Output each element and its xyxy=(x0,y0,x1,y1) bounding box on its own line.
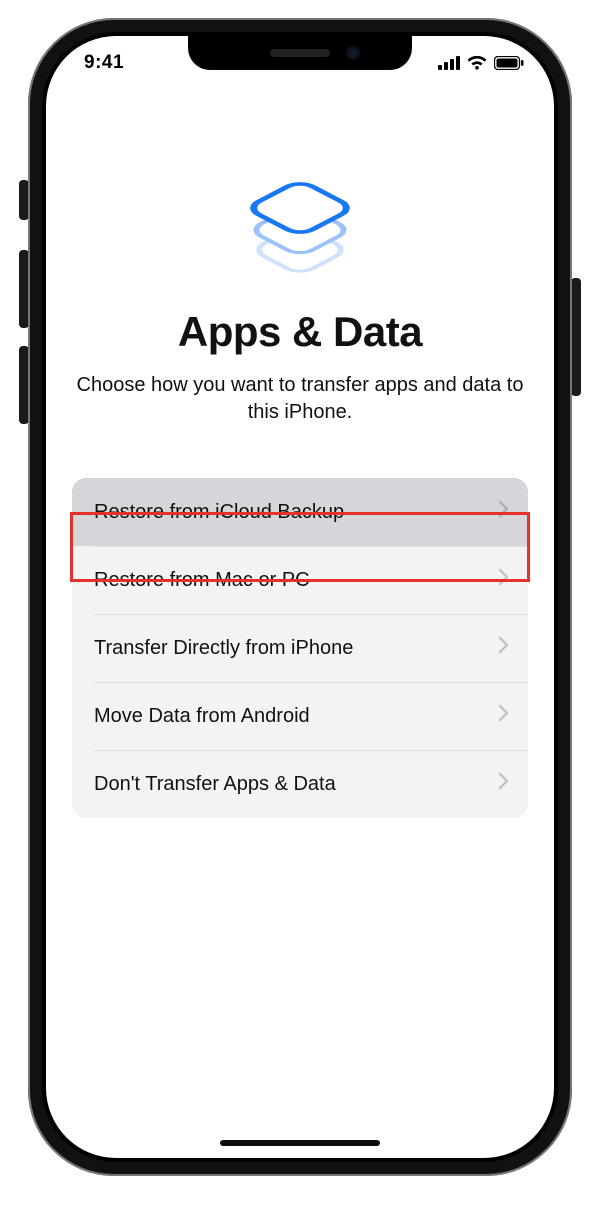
cellular-signal-icon xyxy=(438,56,460,70)
status-time: 9:41 xyxy=(70,46,124,74)
home-indicator[interactable] xyxy=(220,1140,380,1146)
chevron-right-icon xyxy=(498,568,510,592)
options-list: Restore from iCloud Backup Restore from … xyxy=(72,478,528,818)
chevron-right-icon xyxy=(498,772,510,796)
wifi-icon xyxy=(466,55,488,71)
setup-content: Apps & Data Choose how you want to trans… xyxy=(46,156,554,818)
speaker-grille xyxy=(270,49,330,57)
phone-bezel: 9:41 xyxy=(42,32,558,1162)
option-label: Restore from Mac or PC xyxy=(94,569,310,592)
phone-screen: 9:41 xyxy=(46,36,554,1158)
option-restore-icloud[interactable]: Restore from iCloud Backup xyxy=(72,478,528,546)
chevron-right-icon xyxy=(498,500,510,524)
option-label: Move Data from Android xyxy=(94,705,310,728)
option-move-android[interactable]: Move Data from Android xyxy=(72,682,528,750)
status-icons xyxy=(438,49,530,71)
notch xyxy=(188,36,412,70)
option-dont-transfer[interactable]: Don't Transfer Apps & Data xyxy=(72,750,528,818)
page-title: Apps & Data xyxy=(72,308,528,356)
option-transfer-iphone[interactable]: Transfer Directly from iPhone xyxy=(72,614,528,682)
option-label: Restore from iCloud Backup xyxy=(94,501,344,524)
option-label: Transfer Directly from iPhone xyxy=(94,637,353,660)
power-button[interactable] xyxy=(571,278,581,396)
option-restore-mac-pc[interactable]: Restore from Mac or PC xyxy=(72,546,528,614)
battery-icon xyxy=(494,56,524,70)
option-label: Don't Transfer Apps & Data xyxy=(94,773,336,796)
chevron-right-icon xyxy=(498,704,510,728)
page-subtitle: Choose how you want to transfer apps and… xyxy=(72,372,528,426)
front-camera xyxy=(346,46,360,60)
phone-frame: 9:41 xyxy=(28,18,572,1176)
chevron-right-icon xyxy=(498,636,510,660)
apps-data-hero-icon xyxy=(72,162,528,282)
